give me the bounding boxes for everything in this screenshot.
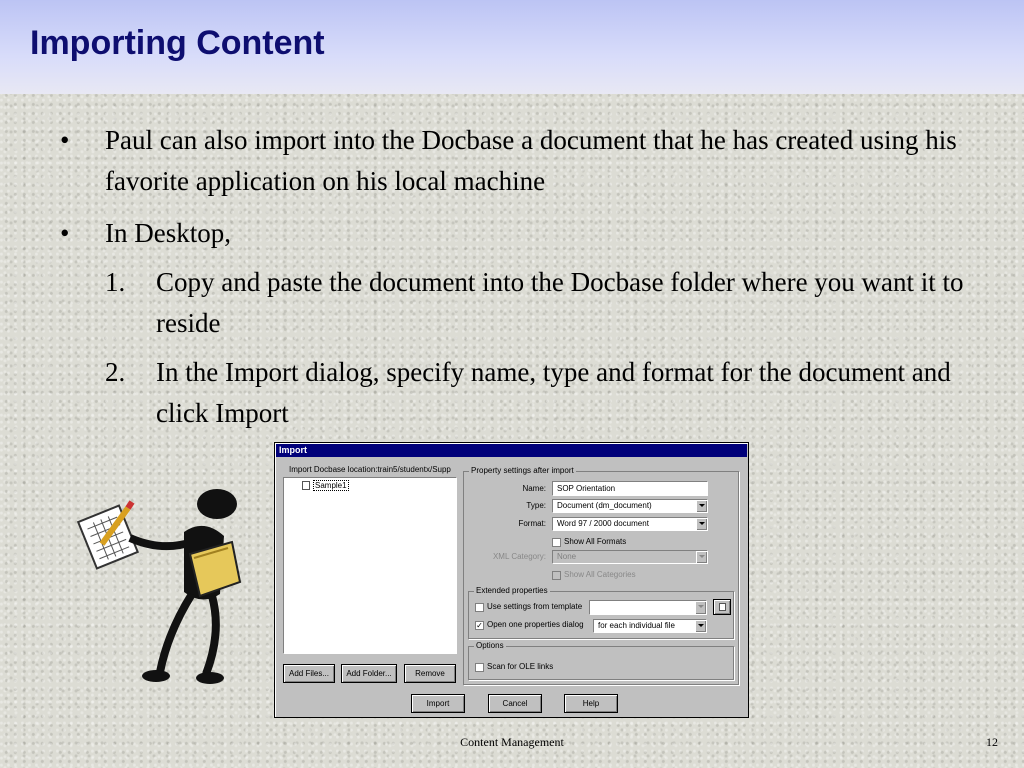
xml-category-value: None	[557, 552, 577, 561]
properties-mode-select[interactable]: for each individual file	[593, 619, 707, 633]
file-tree[interactable]: Sample1	[283, 477, 457, 654]
help-button[interactable]: Help	[564, 694, 618, 713]
scan-ole-checkbox[interactable]	[475, 663, 484, 672]
page-number: 12	[986, 735, 998, 749]
type-select[interactable]: Document (dm_document)	[552, 499, 708, 513]
chevron-down-icon[interactable]	[695, 601, 706, 614]
use-template-checkbox[interactable]	[475, 603, 484, 612]
tree-item-sample1[interactable]: Sample1	[313, 480, 349, 491]
type-label: Type:	[526, 501, 546, 510]
property-settings-label: Property settings after import	[469, 466, 576, 476]
property-settings-group: Property settings after import Name: SOP…	[463, 466, 739, 685]
name-label: Name:	[522, 484, 546, 493]
remove-button[interactable]: Remove	[404, 664, 456, 683]
use-template-label: Use settings from template	[487, 602, 583, 611]
open-properties-label: Open one properties dialog	[487, 620, 584, 629]
chevron-down-icon[interactable]	[696, 551, 707, 563]
xml-category-label: XML Category:	[492, 552, 546, 561]
extended-properties-label: Extended properties	[474, 586, 550, 596]
add-files-button[interactable]: Add Files...	[283, 664, 335, 683]
chevron-down-icon[interactable]	[695, 620, 706, 632]
format-select[interactable]: Word 97 / 2000 document	[552, 517, 708, 531]
properties-mode-value: for each individual file	[598, 621, 675, 630]
type-value: Document (dm_document)	[557, 501, 652, 510]
show-all-categories-label: Show All Categories	[564, 570, 636, 579]
step-text-2: In the Import dialog, specify name, type…	[156, 357, 951, 428]
document-icon	[719, 603, 726, 611]
show-all-formats-checkbox[interactable]	[552, 538, 561, 547]
document-icon	[302, 481, 310, 490]
scan-ole-label: Scan for OLE links	[487, 662, 554, 671]
import-dialog: Import Import Docbase location:train5/st…	[274, 442, 749, 718]
template-select[interactable]	[589, 600, 707, 615]
docbase-location-label: Import Docbase location:train5/studentx/…	[289, 465, 451, 474]
name-field[interactable]: SOP Orientation	[552, 481, 708, 496]
format-label: Format:	[518, 519, 546, 528]
import-button[interactable]: Import	[411, 694, 465, 713]
chevron-down-icon[interactable]	[696, 518, 707, 530]
bullet-text-2: In Desktop,	[105, 218, 231, 248]
bullet-marker: •	[60, 125, 70, 155]
format-value: Word 97 / 2000 document	[557, 519, 649, 528]
template-browse-button[interactable]	[713, 599, 731, 615]
add-folder-button[interactable]: Add Folder...	[341, 664, 397, 683]
step-number-2: 2.	[105, 357, 126, 387]
dialog-title: Import	[276, 444, 747, 457]
show-all-formats-label: Show All Formats	[564, 537, 627, 546]
extended-properties-group: Extended properties Use settings from te…	[468, 586, 734, 639]
bullet-marker: •	[60, 218, 70, 248]
step-number-1: 1.	[105, 267, 126, 297]
step-text-1: Copy and paste the document into the Doc…	[156, 267, 964, 338]
cancel-button[interactable]: Cancel	[488, 694, 542, 713]
show-all-categories-checkbox[interactable]	[552, 571, 561, 580]
bullet-text-1: Paul can also import into the Docbase a …	[105, 125, 957, 196]
options-label: Options	[474, 641, 506, 651]
open-properties-checkbox[interactable]: ✓	[475, 621, 484, 630]
person-clipart-icon	[76, 489, 242, 684]
name-value: SOP Orientation	[557, 484, 616, 493]
xml-category-select[interactable]: None	[552, 550, 708, 564]
chevron-down-icon[interactable]	[696, 500, 707, 512]
footer-text: Content Management	[460, 735, 564, 749]
options-group: Options Scan for OLE links	[468, 641, 734, 680]
